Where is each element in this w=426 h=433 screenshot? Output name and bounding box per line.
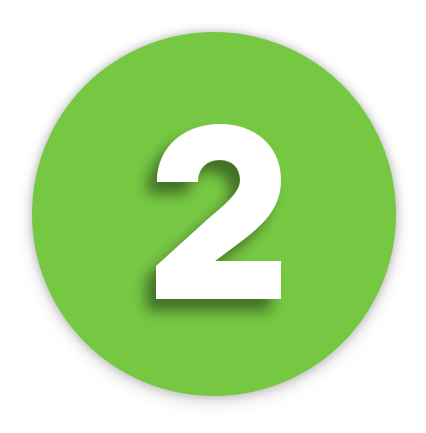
number-badge: 2 <box>0 0 426 433</box>
number-two-digit: 2 <box>156 124 281 299</box>
